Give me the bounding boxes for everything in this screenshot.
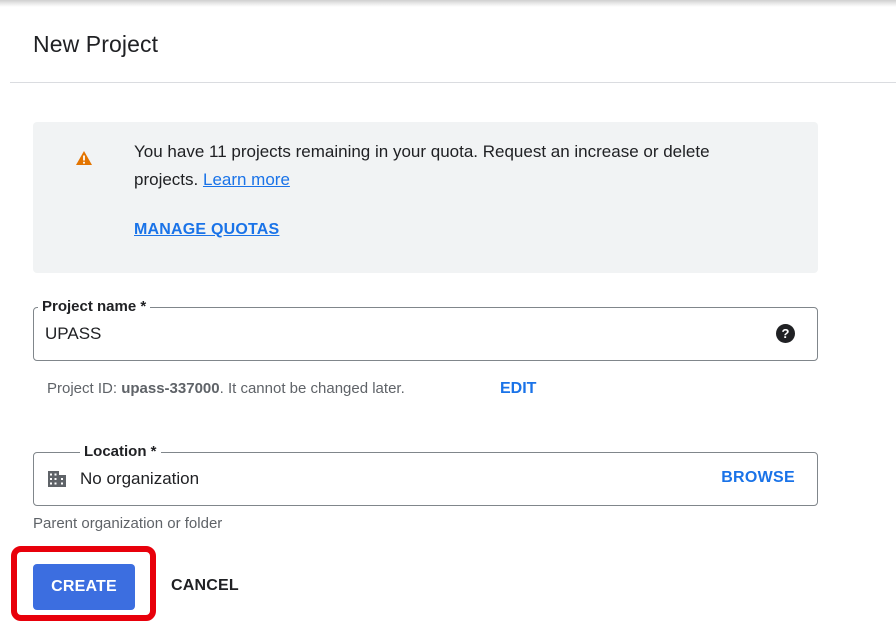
cancel-button[interactable]: CANCEL	[171, 577, 239, 595]
create-button[interactable]: CREATE	[33, 564, 135, 610]
header-divider	[10, 82, 896, 83]
building-icon	[48, 470, 66, 488]
project-id-value: upass-337000	[121, 380, 220, 397]
learn-more-link[interactable]: Learn more	[203, 170, 290, 189]
location-label: Location *	[80, 443, 161, 461]
warning-icon	[76, 151, 92, 165]
manage-quotas-link[interactable]: MANAGE QUOTAS	[134, 221, 279, 239]
top-shadow	[0, 0, 896, 7]
location-field[interactable]: Location * No organization BROWSE	[33, 443, 818, 506]
location-value: No organization	[80, 469, 200, 488]
project-name-label: Project name *	[38, 298, 151, 316]
project-id-suffix: . It cannot be changed later.	[219, 380, 405, 397]
project-id-info: Project ID: upass-337000. It cannot be c…	[47, 380, 405, 397]
project-name-input[interactable]	[45, 324, 745, 344]
browse-button[interactable]: BROWSE	[721, 469, 795, 487]
edit-project-id-button[interactable]: EDIT	[500, 380, 536, 398]
quota-message-container: You have 11 projects remaining in your q…	[134, 138, 774, 194]
project-name-field[interactable]: Project name * ?	[33, 298, 818, 361]
location-hint: Parent organization or folder	[33, 515, 223, 532]
new-project-page: New Project You have 11 projects remaini…	[0, 0, 896, 621]
help-icon[interactable]: ?	[776, 324, 795, 343]
page-title: New Project	[33, 31, 159, 57]
project-id-prefix: Project ID:	[47, 380, 118, 397]
quota-banner: You have 11 projects remaining in your q…	[33, 122, 818, 273]
